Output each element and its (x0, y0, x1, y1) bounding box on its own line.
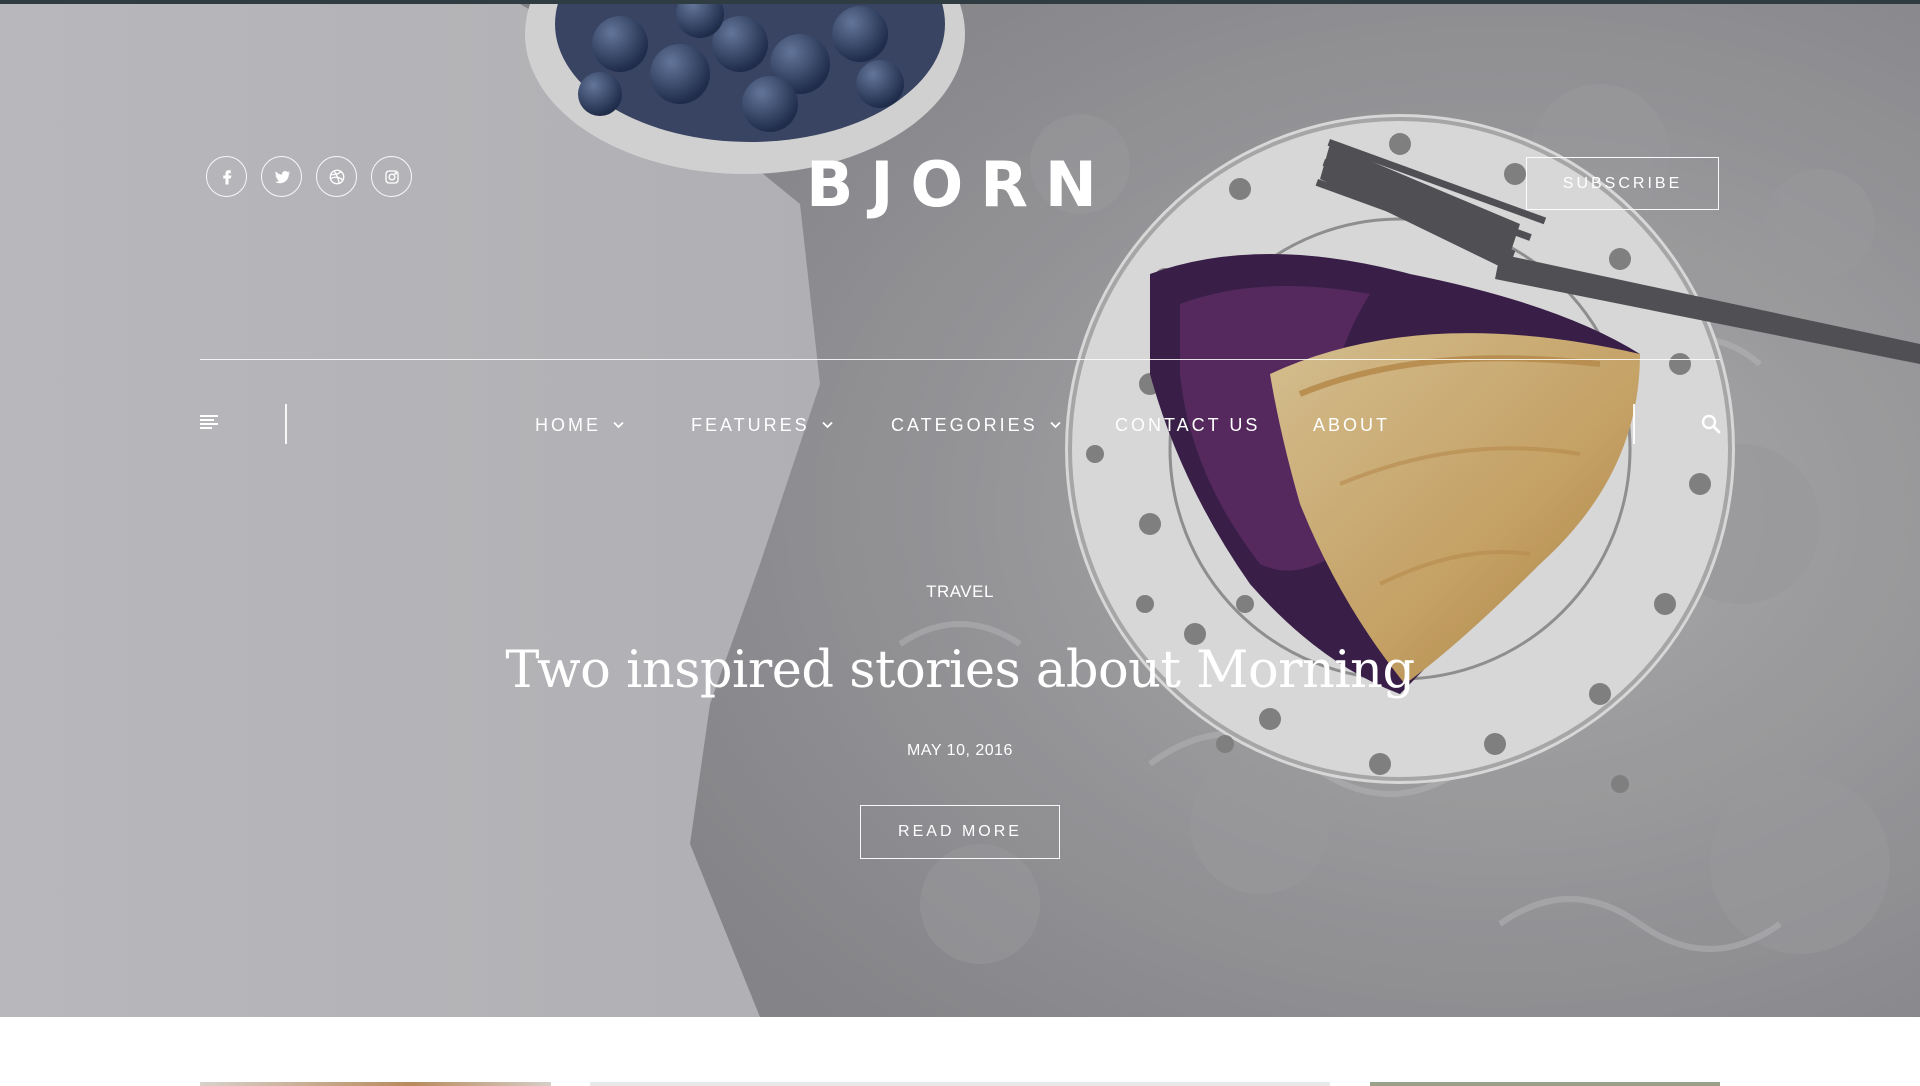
subscribe-button[interactable]: SUBSCRIBE (1526, 157, 1719, 210)
nav-item-label: ABOUT (1313, 415, 1391, 435)
nav-item-contact-us[interactable]: CONTACT US (1115, 410, 1260, 440)
card-thumbnail[interactable] (590, 1082, 1330, 1086)
card-thumbnail[interactable] (1370, 1082, 1720, 1086)
facebook-icon[interactable] (206, 156, 247, 197)
post-title[interactable]: Two inspired stories about Morning (360, 636, 1560, 706)
post-date: MAY 10, 2016 (907, 742, 1013, 759)
nav-divider-right (1633, 404, 1635, 444)
main-nav: HOME FEATURES CATEGORIES CONTACT US ABOU… (0, 410, 1920, 440)
chevron-down-icon (822, 421, 833, 429)
social-links (206, 156, 412, 197)
post-category[interactable]: TRAVEL (760, 582, 1160, 602)
chevron-down-icon (1050, 421, 1061, 429)
search-icon[interactable] (1701, 414, 1721, 434)
instagram-icon[interactable] (371, 156, 412, 197)
twitter-icon[interactable] (261, 156, 302, 197)
chevron-down-icon (613, 421, 624, 429)
nav-item-label: HOME (535, 415, 601, 435)
nav-item-home[interactable]: HOME (535, 410, 624, 440)
card-thumbnail[interactable] (200, 1082, 551, 1086)
nav-item-categories[interactable]: CATEGORIES (891, 410, 1061, 440)
read-more-button[interactable]: READ MORE (860, 805, 1060, 859)
nav-item-label: CATEGORIES (891, 415, 1038, 435)
nav-item-features[interactable]: FEATURES (691, 410, 833, 440)
nav-item-about[interactable]: ABOUT (1313, 410, 1390, 440)
site-logo[interactable]: BJORN (795, 145, 1125, 225)
header-divider (200, 359, 1720, 360)
nav-item-label: FEATURES (691, 415, 810, 435)
nav-item-label: CONTACT US (1115, 415, 1261, 435)
dribbble-icon[interactable] (316, 156, 357, 197)
